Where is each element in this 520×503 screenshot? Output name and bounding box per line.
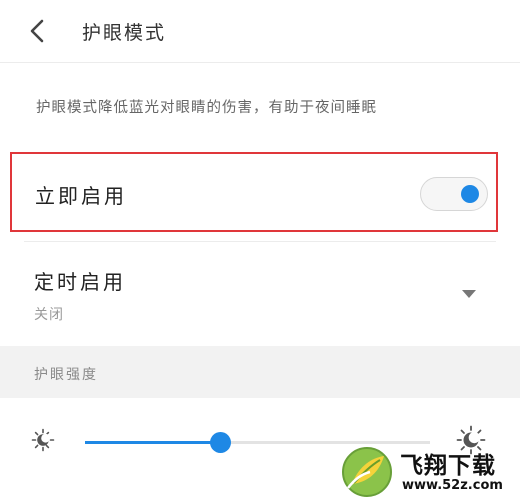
enable-now-label: 立即启用 (35, 184, 127, 208)
leaf-logo-icon (340, 444, 394, 498)
scheduled-enable-value: 关闭 (34, 307, 64, 323)
page-title: 护眼模式 (82, 22, 167, 44)
enable-now-row[interactable]: 立即启用 (10, 152, 498, 232)
header-bar: 护眼模式 (0, 0, 520, 63)
strength-section-header: 护眼强度 (0, 346, 520, 398)
enable-now-toggle[interactable] (420, 177, 488, 211)
strength-slider-fill (85, 441, 220, 444)
watermark-name: 飞翔下载 (400, 453, 496, 479)
scheduled-enable-label: 定时启用 (34, 270, 126, 294)
toggle-knob (461, 185, 479, 203)
mode-description: 护眼模式降低蓝光对眼睛的伤害，有助于夜间睡眠 (36, 100, 377, 116)
strength-slider-thumb[interactable] (210, 432, 231, 453)
back-arrow-icon[interactable] (22, 14, 56, 48)
scheduled-enable-row[interactable]: 定时启用 关闭 (0, 242, 520, 346)
strength-section-label: 护眼强度 (34, 367, 98, 383)
site-watermark: 飞翔下载 www.52z.com (340, 440, 516, 500)
watermark-url: www.52z.com (402, 478, 503, 493)
dim-moon-icon (31, 428, 55, 452)
dropdown-caret-icon[interactable] (462, 290, 476, 298)
